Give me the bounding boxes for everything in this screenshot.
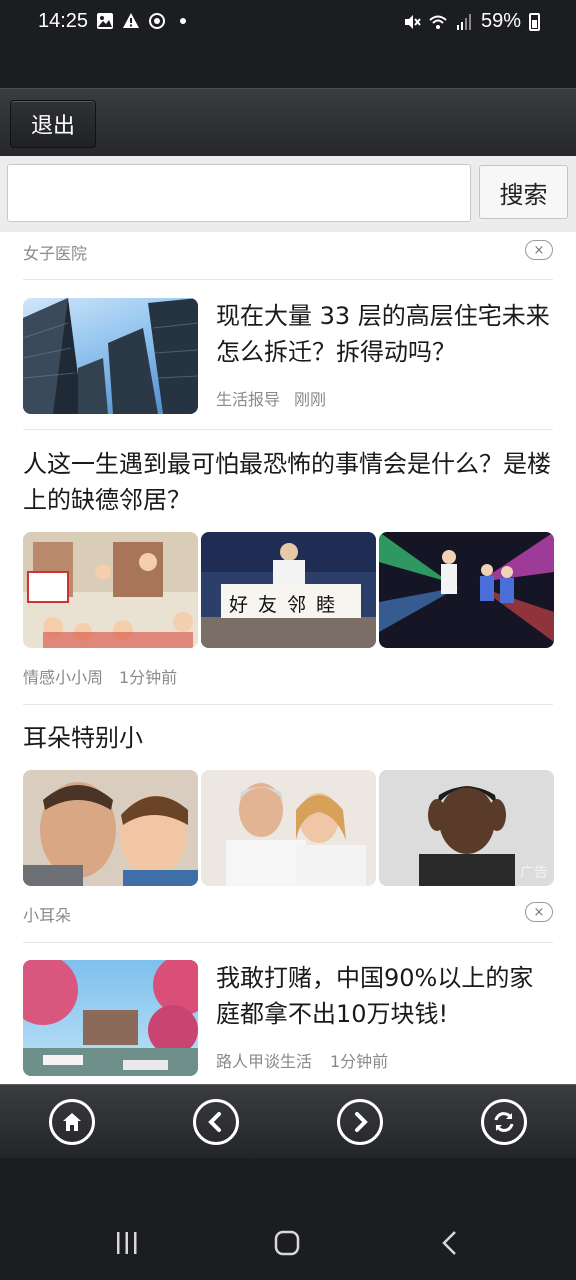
back-button[interactable] bbox=[193, 1099, 239, 1145]
close-ad-button[interactable]: × bbox=[525, 240, 553, 260]
banner-calligraphy: 好 友 邻 睦 bbox=[229, 594, 338, 616]
browser-nav-bar bbox=[0, 1084, 576, 1158]
dot-icon bbox=[180, 18, 186, 24]
status-time: 14:25 bbox=[38, 10, 89, 32]
exit-button[interactable]: 退出 bbox=[10, 100, 96, 148]
ad-source: 女子医院 bbox=[23, 244, 88, 263]
article-time: 刚刚 bbox=[294, 390, 327, 409]
mute-icon bbox=[404, 14, 421, 29]
warning-icon bbox=[123, 13, 139, 28]
app-toolbar: 退出 bbox=[0, 88, 576, 156]
back-icon bbox=[208, 1112, 221, 1132]
back-icon[interactable] bbox=[440, 1230, 460, 1256]
thumbnail-image bbox=[23, 298, 198, 414]
divider bbox=[23, 429, 553, 430]
article-source: 路人甲谈生活 bbox=[216, 1052, 313, 1071]
divider bbox=[23, 704, 553, 705]
ad-title[interactable]: 耳朵特别小 bbox=[23, 720, 553, 756]
ad-image-headache: 广告 bbox=[379, 770, 554, 886]
forward-icon bbox=[355, 1112, 368, 1132]
thumbnail-image bbox=[23, 960, 198, 1076]
ad-source: 小耳朵 bbox=[23, 906, 72, 925]
battery-percent: 59% bbox=[480, 10, 521, 32]
ad-image-father-son bbox=[23, 770, 198, 886]
news-feed[interactable]: 女子医院 × 现在大量 33 层的高层住宅未来怎么拆迁？拆得动吗？ 生活报导 刚… bbox=[0, 232, 576, 1084]
search-bar: 搜索 bbox=[0, 156, 576, 232]
cartoon-image bbox=[23, 532, 198, 648]
ad-badge: 广告 bbox=[520, 865, 548, 881]
divider bbox=[23, 942, 553, 943]
status-bar: 14:25 59% bbox=[0, 0, 576, 48]
refresh-button[interactable] bbox=[481, 1099, 527, 1145]
close-ad-button[interactable]: × bbox=[525, 902, 553, 922]
article-time: 1分钟前 bbox=[330, 1052, 389, 1071]
article-title[interactable]: 人这一生遇到最可怕最恐怖的事情会是什么？是楼上的缺德邻居？ bbox=[23, 446, 553, 518]
article-time: 1分钟前 bbox=[119, 668, 178, 687]
search-input[interactable] bbox=[7, 164, 471, 222]
article-title[interactable]: 现在大量 33 层的高层住宅未来怎么拆迁？拆得动吗？ bbox=[216, 298, 556, 370]
refresh-icon bbox=[494, 1112, 514, 1132]
forward-button[interactable] bbox=[337, 1099, 383, 1145]
system-nav-bar bbox=[0, 1158, 576, 1280]
article-source: 情感小小周 bbox=[23, 668, 104, 687]
wifi-icon bbox=[429, 15, 447, 29]
home-icon[interactable] bbox=[274, 1230, 300, 1256]
home-icon bbox=[63, 1113, 81, 1131]
banner-photo: 好 友 邻 睦 bbox=[201, 532, 376, 648]
search-button[interactable]: 搜索 bbox=[479, 165, 568, 219]
article-source: 生活报导 bbox=[216, 390, 281, 409]
signal-icon bbox=[456, 13, 471, 30]
image-icon bbox=[97, 13, 113, 29]
home-button[interactable] bbox=[49, 1099, 95, 1145]
dance-photo bbox=[379, 532, 554, 648]
battery-icon bbox=[529, 12, 540, 31]
divider bbox=[23, 279, 553, 280]
article-title[interactable]: 我敢打赌，中国90%以上的家庭都拿不出10万块钱! bbox=[216, 960, 556, 1032]
recents-icon[interactable] bbox=[115, 1230, 139, 1256]
ad-image-couple bbox=[201, 770, 376, 886]
sync-icon bbox=[149, 13, 165, 29]
